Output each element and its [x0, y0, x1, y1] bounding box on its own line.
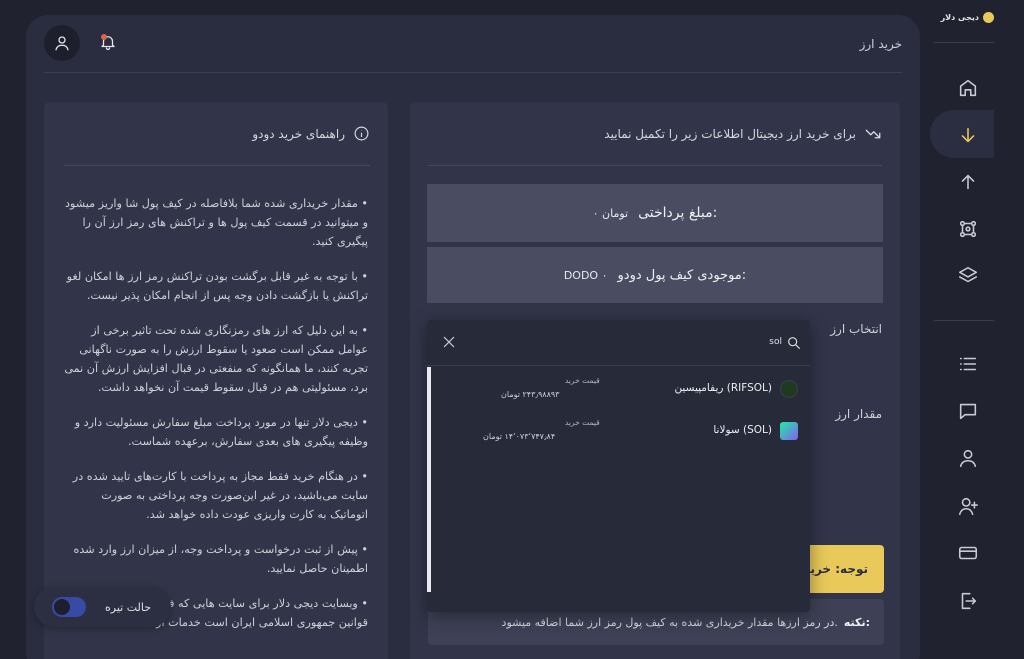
- brand-name: دیجی دلار: [940, 13, 979, 22]
- sidebar-item-orders[interactable]: [950, 346, 986, 382]
- toggle-label: حالت تیره: [104, 600, 151, 614]
- search-icon: [786, 335, 802, 355]
- currency-option-sol[interactable]: سولانا (SOL) قیمت خرید ۱۴٬۰۷۳٬۷۴۷٫۸۴ توم…: [431, 412, 810, 452]
- guide-item: پیش از ثبت درخواست و پرداخت وجه، از میزا…: [64, 540, 368, 578]
- guide-item: دیجی دلار تنها در مورد پرداخت مبلغ سفارش…: [64, 413, 368, 451]
- purchase-heading: برای خرید ارز دیجیتال اطلاعات زیر را تکم…: [604, 126, 856, 141]
- arrow-down-icon: [961, 127, 975, 143]
- payment-amount-box: ۰ تومان مبلغ پرداختی:: [427, 184, 883, 242]
- wallet-label: موجودی کیف پول دودو:: [617, 267, 747, 283]
- price-label: قیمت خرید: [565, 376, 600, 385]
- user-icon: [55, 36, 69, 51]
- trend-down-icon: [865, 129, 881, 138]
- sol-coin-icon: [780, 422, 798, 440]
- divider: [934, 42, 994, 43]
- chat-icon: [959, 403, 977, 420]
- toggle-switch[interactable]: [52, 597, 86, 617]
- guide-item: مقدار خریداری شده شما بلافاصله در کیف پو…: [64, 194, 368, 251]
- price-value: ۱۴٬۰۷۳٬۷۴۷٫۸۴ تومان: [483, 432, 556, 441]
- user-icon: [959, 449, 977, 468]
- currency-name: سولانا (SOL): [713, 424, 772, 436]
- sidebar-item-layers[interactable]: [950, 258, 986, 294]
- note-title: نکته:: [843, 615, 870, 629]
- close-icon: [443, 336, 455, 348]
- wallet-balance-box: DODO ۰ موجودی کیف پول دودو:: [427, 247, 883, 303]
- guide-panel: راهنمای خرید دودو مقدار خریداری شده شما …: [44, 102, 388, 659]
- close-button[interactable]: [441, 334, 457, 354]
- sidebar-item-buy[interactable]: [950, 117, 986, 153]
- sidebar-item-logout[interactable]: [950, 583, 986, 619]
- rifsol-coin-icon: [780, 380, 798, 398]
- sidebar-item-invite[interactable]: [950, 488, 986, 524]
- sidebar: دیجی دلار: [930, 0, 1024, 659]
- sidebar-item-home[interactable]: [950, 70, 986, 106]
- info-icon: [354, 126, 369, 141]
- dark-mode-toggle[interactable]: حالت تیره: [34, 587, 171, 627]
- purchase-header: برای خرید ارز دیجیتال اطلاعات زیر را تکم…: [428, 102, 882, 166]
- select-currency-label: انتخاب ارز: [830, 322, 882, 336]
- user-plus-icon: [958, 497, 978, 516]
- note-text: در رمز ارزها مقدار خریداری شده به کیف پو…: [501, 615, 838, 629]
- payment-value: ۰ تومان: [592, 206, 629, 220]
- home-icon: [959, 79, 977, 97]
- guide-header: راهنمای خرید دودو: [64, 102, 370, 166]
- brand-mark-icon: [983, 12, 994, 23]
- logout-icon: [961, 592, 977, 610]
- credit-card-icon: [958, 546, 978, 560]
- arrow-up-icon: [961, 174, 975, 190]
- guide-item: به این دلیل که ارز های رمزنگاری شده تحت …: [64, 321, 368, 397]
- currency-search: sol: [427, 320, 810, 366]
- sidebar-item-network[interactable]: [950, 211, 986, 247]
- sidebar-item-profile[interactable]: [950, 440, 986, 476]
- topbar: خرید ارز: [44, 15, 902, 73]
- currency-dropdown: sol ریفامپیسین (RIFSOL) قیمت خرید ۲۴۳٫۹۸…: [427, 320, 810, 612]
- sidebar-item-cards[interactable]: [950, 535, 986, 571]
- payment-label: مبلغ پرداختی:: [638, 205, 718, 221]
- guide-item: در هنگام خرید فقط مجاز به پرداخت با کارت…: [64, 467, 368, 524]
- divider: [934, 320, 994, 321]
- guide-item: با توجه به غیر قابل برگشت بودن تراکنش رم…: [64, 267, 368, 305]
- layers-icon: [958, 266, 978, 283]
- currency-name: ریفامپیسین (RIFSOL): [674, 382, 772, 394]
- notification-dot: [101, 34, 107, 40]
- brand-logo[interactable]: دیجی دلار: [941, 12, 994, 23]
- sidebar-item-sell[interactable]: [950, 164, 986, 200]
- notice-text: توجه: خرید: [803, 562, 868, 576]
- page-title: خرید ارز: [859, 37, 902, 51]
- toggle-knob: [54, 599, 70, 615]
- currency-option-rifsol[interactable]: ریفامپیسین (RIFSOL) قیمت خرید ۲۴۳٫۹۸۸۹۳ …: [431, 370, 810, 410]
- price-label: قیمت خرید: [565, 418, 600, 427]
- wallet-value: DODO ۰: [563, 268, 608, 282]
- price-value: ۲۴۳٫۹۸۸۹۳ تومان: [501, 390, 560, 399]
- search-input[interactable]: sol: [769, 337, 782, 347]
- guide-title: راهنمای خرید دودو: [252, 126, 345, 141]
- avatar[interactable]: [44, 25, 80, 61]
- notifications-button[interactable]: [99, 33, 117, 55]
- amount-label: مقدار ارز: [835, 407, 882, 421]
- list-icon: [959, 357, 977, 371]
- guide-list: مقدار خریداری شده شما بلافاصله در کیف پو…: [64, 194, 368, 648]
- network-icon: [959, 220, 977, 238]
- sidebar-item-tickets[interactable]: [950, 393, 986, 429]
